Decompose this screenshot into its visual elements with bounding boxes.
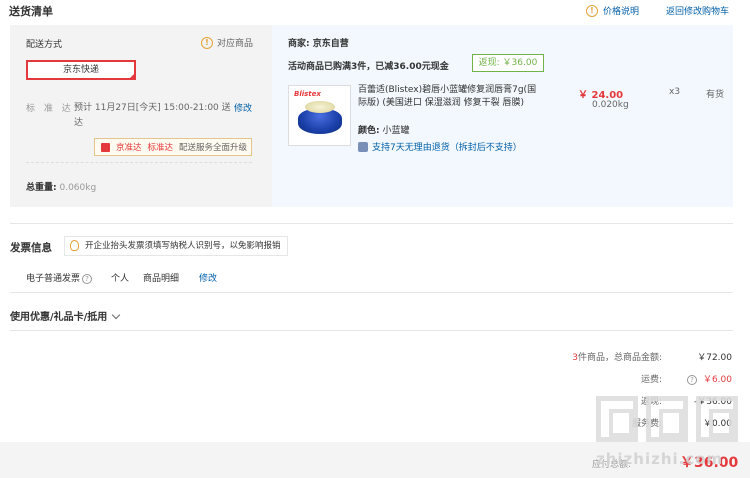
header: 送货清单 ! 价格说明 返回修改购物车 (0, 0, 750, 22)
shipping-method-label: 配送方式 (26, 40, 63, 50)
summary-total-label: 3件商品，总商品金额: (552, 350, 662, 363)
service-fee-label: 服务费: (631, 419, 662, 429)
invoice-modify-link[interactable]: 修改 (199, 271, 217, 284)
summary-service-row: 服务费: ￥0.00 (552, 416, 732, 429)
payable-bar (0, 442, 750, 478)
info-icon: ! (586, 4, 598, 17)
cashback-value: -￥36.00 (693, 397, 732, 407)
page-title: 送货清单 (9, 5, 53, 18)
back-to-cart-link[interactable]: 返回修改购物车 (666, 4, 729, 17)
product-thumbnail[interactable]: Blistex (288, 85, 351, 146)
section-divider (10, 292, 733, 293)
total-weight-label: 总重量: (26, 183, 57, 193)
stock-status: 有货 (706, 90, 725, 100)
standard-delivery-label: 标 准 达: (26, 104, 80, 114)
freight-info-icon[interactable]: ? (686, 375, 697, 385)
invoice-title: 发票信息 (10, 242, 52, 254)
invoice-type: 电子普通发票? (26, 271, 93, 284)
product-name-link[interactable]: 百蕾适(Blistex)碧唇小蓝罐修复润唇膏7g(国际版) (美国进口 保湿滋润… (358, 84, 544, 110)
return-policy-link[interactable]: 支持7天无理由退货（拆封后不支持） (358, 140, 522, 153)
freight-amount: ￥6.00 (702, 375, 732, 385)
coupon-title: 使用优惠/礼品卡/抵用 (10, 312, 108, 323)
shipping-panel: 配送方式 ! 对应商品 京东快递 标 准 达: 预计 11月27日[今天] 15… (10, 25, 264, 207)
color-value: 小蓝罐 (382, 126, 410, 136)
coupon-toggle[interactable]: 使用优惠/礼品卡/抵用 (10, 308, 121, 323)
invoice-type-label: 电子普通发票 (26, 274, 81, 284)
invoice-tip: 开企业抬头发票须填写纳税人识别号，以免影响报销 (64, 236, 288, 256)
promo-badge-bzd: 标准达 (147, 143, 174, 153)
service-fee-value: ￥0.00 (702, 419, 732, 429)
merchant-name: 商家: 京东自营 (288, 39, 349, 49)
chevron-down-icon (112, 310, 121, 320)
modify-delivery-link[interactable]: 修改 (234, 101, 252, 114)
shipping-list-box: 配送方式 ! 对应商品 京东快递 标 准 达: 预计 11月27日[今天] 15… (10, 25, 733, 207)
summary-freight-row: 运费: ? ￥6.00 (552, 372, 732, 385)
product-price: ￥ 24.00 (578, 90, 624, 101)
summary-total-value: ￥72.00 (697, 353, 732, 363)
promo-badge-jzd: 京准达 (116, 143, 142, 153)
delivery-promo-bar: 京准达 标准达 配送服务全面升级 (94, 138, 252, 156)
payable-amount: ￥36.00 (680, 455, 739, 471)
color-label: 颜色: (358, 126, 380, 136)
express-option-button[interactable]: 京东快递 (26, 60, 136, 80)
invoice-tip-text: 开企业抬头发票须填写纳税人识别号，以免影响报销 (85, 241, 281, 251)
help-icon[interactable]: ? (82, 274, 93, 284)
freight-value: ? ￥6.00 (662, 372, 732, 385)
invoice-detail: 商品明细 (143, 274, 180, 284)
section-divider (10, 330, 733, 331)
summary-cashback-row: 返现: -￥36.00 (552, 394, 732, 407)
divider (26, 162, 252, 163)
price-note-label: 价格说明 (603, 7, 640, 17)
return-policy-label: 支持7天无理由退货（拆封后不支持） (372, 143, 522, 153)
product-lid-image (305, 101, 335, 113)
product-weight: 0.020kg (592, 100, 629, 110)
match-products-link[interactable]: ! 对应商品 (201, 36, 253, 49)
return-policy-icon (358, 141, 368, 152)
total-weight-value: 0.060kg (59, 183, 97, 193)
match-products-label: 对应商品 (217, 39, 254, 49)
cashback-label: 返现: (640, 397, 662, 407)
total-weight: 总重量: 0.060kg (26, 180, 96, 193)
product-quantity: x3 (669, 87, 681, 97)
product-brand-mark: Blistex (294, 90, 321, 98)
cashback-tag: 返现: ￥36.00 (472, 54, 544, 72)
price-note-link[interactable]: ! 价格说明 (586, 4, 639, 17)
summary-total-row: 3件商品，总商品金额: ￥72.00 (552, 350, 732, 363)
jd-logo-icon (101, 142, 110, 152)
invoice-personal: 个人 (111, 274, 130, 284)
item-count-suffix: 件商品，总商品金额: (577, 353, 662, 363)
product-color: 颜色: 小蓝罐 (358, 123, 410, 136)
info-icon: ! (201, 36, 213, 49)
promo-summary: 活动商品已购满3件，已减36.00元现金 (288, 62, 449, 72)
payable-label: 应付总额: (592, 460, 632, 470)
order-items-panel: 商家: 京东自营 活动商品已购满3件，已减36.00元现金 返现: ￥36.00… (272, 25, 733, 207)
promo-desc: 配送服务全面升级 (179, 143, 248, 153)
standard-delivery-time: 预计 11月27日[今天] 15:00-21:00 送达 (74, 103, 231, 128)
lightbulb-icon (70, 240, 79, 251)
freight-label: 运费: (640, 375, 662, 385)
section-divider (10, 223, 733, 224)
